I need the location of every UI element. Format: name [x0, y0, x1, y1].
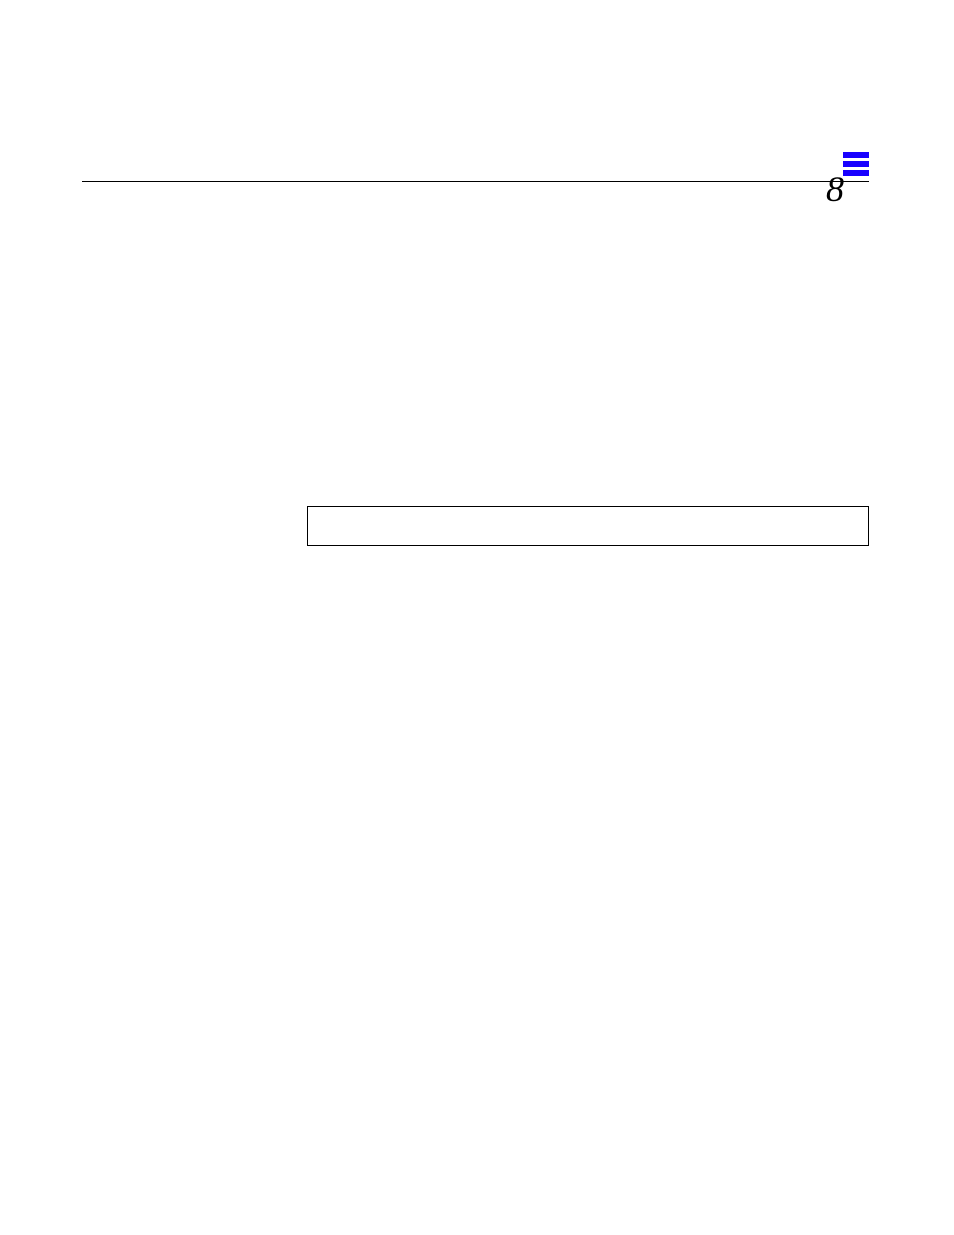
chapter-number: 8	[826, 168, 844, 210]
code-block-empty	[307, 506, 869, 546]
header-divider	[82, 181, 869, 182]
menu-icon	[843, 152, 869, 178]
